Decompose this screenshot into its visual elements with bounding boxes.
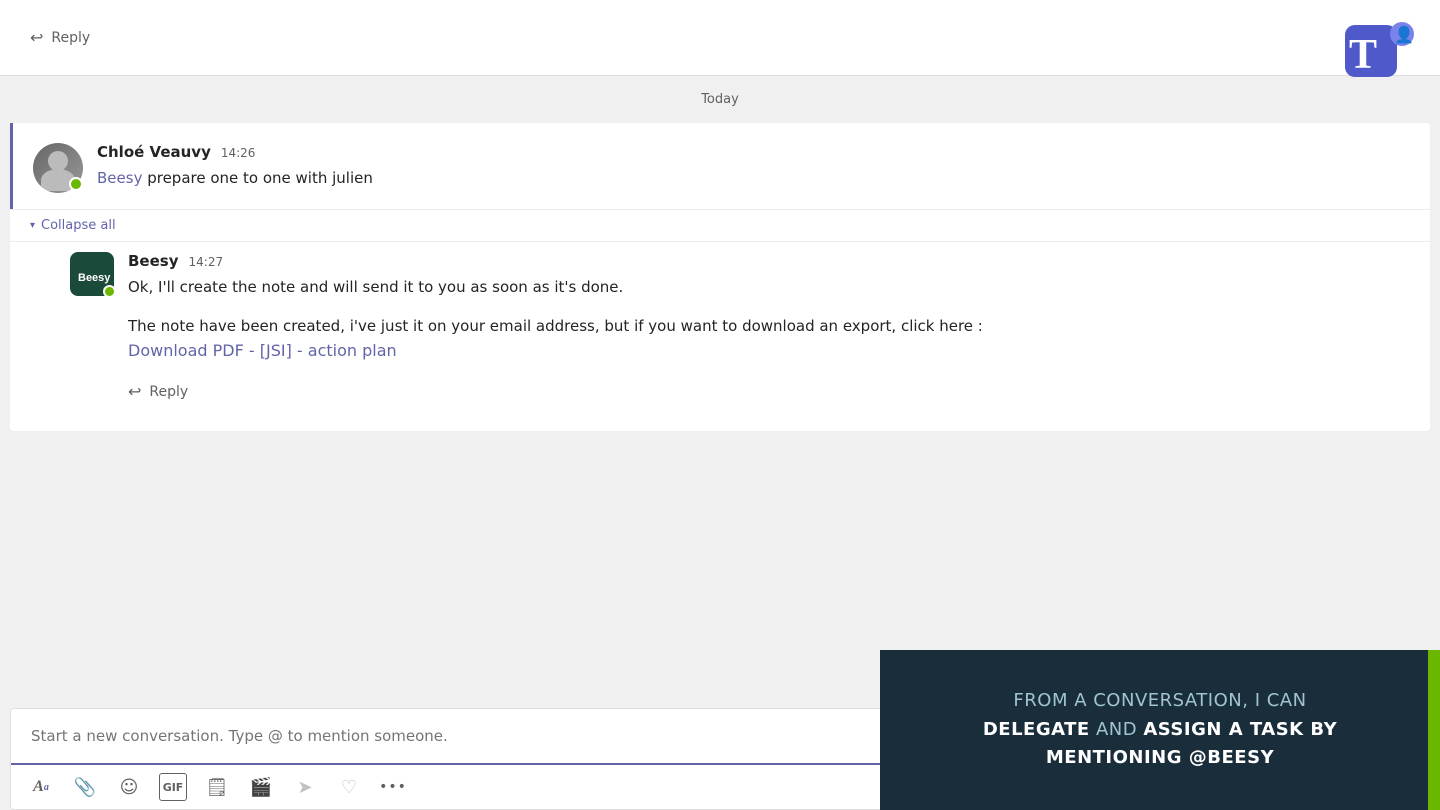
promo-assign: ASSIGN A TASK BY <box>1143 719 1337 740</box>
chat-area[interactable]: Chloé Veauvy 14:26 Beesy prepare one to … <box>0 123 1440 698</box>
send-icon[interactable]: ➤ <box>291 773 319 801</box>
like-icon[interactable]: ♡ <box>335 773 363 801</box>
main-message-time: 14:26 <box>221 146 256 160</box>
emoji-icon[interactable]: ☺ <box>115 773 143 801</box>
svg-text:Beesy: Beesy <box>78 272 111 284</box>
top-reply-bar: ↩ Reply <box>0 0 1440 76</box>
beesy-avatar-container: Beesy <box>70 252 114 296</box>
promo-line1: FROM A CONVERSATION, I CAN <box>1013 690 1306 711</box>
svg-text:T: T <box>1349 32 1377 78</box>
promo-mentioning: MENTIONING @BEESY <box>1046 747 1274 768</box>
reply-sender-name: Beesy <box>128 252 179 270</box>
more-options-icon[interactable]: ••• <box>379 773 407 801</box>
promo-text: FROM A CONVERSATION, I CAN DELEGATE AND … <box>983 687 1337 773</box>
top-reply-label: Reply <box>51 30 90 46</box>
sticker-icon[interactable]: 🗒 <box>203 773 231 801</box>
reply-message: Beesy Beesy 14:27 Ok, I'll create the no… <box>70 252 1410 360</box>
main-message-body: prepare one to one with julien <box>142 169 372 187</box>
message-thread: Chloé Veauvy 14:26 Beesy prepare one to … <box>10 123 1430 431</box>
collapse-all-section: ▾ Collapse all <box>10 209 1430 241</box>
date-separator: Today <box>0 76 1440 123</box>
top-reply-button[interactable]: ↩ Reply <box>30 18 90 57</box>
reply-message-time: 14:27 <box>189 255 224 269</box>
beesy-online-badge <box>103 285 116 298</box>
collapse-all-button[interactable]: ▾ Collapse all <box>30 218 1410 233</box>
date-text: Today <box>701 92 739 107</box>
video-clip-icon[interactable]: 🎬 <box>247 773 275 801</box>
reply-body-2: The note have been created, i've just it… <box>128 317 983 335</box>
sender-online-badge <box>69 177 83 191</box>
gif-icon[interactable]: GIF <box>159 773 187 801</box>
reply-content: Beesy 14:27 Ok, I'll create the note and… <box>128 252 1410 360</box>
main-message-content: Chloé Veauvy 14:26 Beesy prepare one to … <box>97 143 1410 190</box>
main-container: T 👤 ↩ Reply Today Chloé Ve <box>0 0 1440 810</box>
promo-delegate: DELEGATE <box>983 719 1090 740</box>
teams-logo-area: T 👤 <box>1340 10 1420 94</box>
format-icon[interactable]: Aa <box>27 773 55 801</box>
main-message-header: Chloé Veauvy 14:26 <box>97 143 1410 161</box>
main-sender-name: Chloé Veauvy <box>97 143 211 161</box>
reply-message-header: Beesy 14:27 <box>128 252 1410 270</box>
mention-beesy[interactable]: Beesy <box>97 169 142 187</box>
main-message-text: Beesy prepare one to one with julien <box>97 167 1410 190</box>
download-pdf-link[interactable]: Download PDF - [JSI] - action plan <box>128 341 397 360</box>
collapse-arrow-icon: ▾ <box>30 220 35 231</box>
sender-avatar-container <box>33 143 83 193</box>
reply-arrow-icon: ↩ <box>30 28 43 47</box>
reply-thread: Beesy Beesy 14:27 Ok, I'll create the no… <box>10 241 1430 431</box>
teams-logo-icon: T 👤 <box>1340 10 1420 90</box>
svg-text:👤: 👤 <box>1394 25 1414 44</box>
bottom-reply-label: Reply <box>149 384 188 400</box>
main-message: Chloé Veauvy 14:26 Beesy prepare one to … <box>10 123 1430 209</box>
collapse-all-label: Collapse all <box>41 218 116 233</box>
reply-text-1: Ok, I'll create the note and will send i… <box>128 276 1410 299</box>
attach-icon[interactable]: 📎 <box>71 773 99 801</box>
promo-panel: FROM A CONVERSATION, I CAN DELEGATE AND … <box>880 650 1440 810</box>
bottom-reply-arrow-icon: ↩ <box>128 382 141 401</box>
green-accent-bar <box>1428 650 1440 810</box>
reply-text-2: The note have been created, i've just it… <box>128 315 1410 338</box>
promo-and: AND <box>1096 719 1143 740</box>
bottom-reply-button[interactable]: ↩ Reply <box>128 372 188 411</box>
